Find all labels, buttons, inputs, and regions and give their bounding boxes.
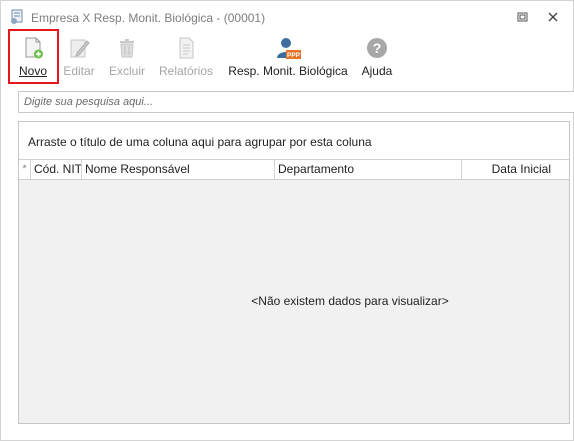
- window-title: Empresa X Resp. Monit. Biológica - (0000…: [31, 11, 266, 25]
- ajuda-label: Ajuda: [361, 64, 393, 78]
- relatorios-label: Relatórios: [158, 64, 214, 78]
- search-input[interactable]: [18, 91, 574, 113]
- editar-label: Editar: [63, 64, 95, 78]
- editar-button[interactable]: Editar: [61, 34, 97, 80]
- app-window: Empresa X Resp. Monit. Biológica - (0000…: [0, 0, 574, 441]
- person-ppp-icon: PPP: [277, 38, 301, 59]
- close-icon[interactable]: [544, 9, 562, 25]
- app-icon: [11, 9, 23, 24]
- column-header-row: * Cód. NIT Nome Responsável Departamento…: [19, 160, 569, 180]
- ajuda-button[interactable]: ? Ajuda: [358, 34, 396, 80]
- excluir-button[interactable]: Excluir: [107, 34, 147, 80]
- ppp-badge-text: PPP: [287, 52, 301, 59]
- column-header-data-inicial[interactable]: Data Inicial: [462, 160, 569, 179]
- group-hint-text: Arraste o título de uma coluna aqui para…: [28, 135, 372, 149]
- title-bar[interactable]: Empresa X Resp. Monit. Biológica - (0000…: [1, 1, 573, 34]
- svg-text:?: ?: [373, 40, 382, 56]
- column-header-cod-nit[interactable]: Cód. NIT: [31, 160, 82, 179]
- row-indicator-header[interactable]: *: [19, 160, 31, 179]
- resp-monit-button[interactable]: PPP Resp. Monit. Biológica: [227, 34, 349, 80]
- empty-grid-message: <Não existem dados para visualizar>: [251, 294, 449, 308]
- novo-button[interactable]: Novo: [9, 34, 57, 80]
- edit-icon: [70, 39, 90, 58]
- group-by-panel[interactable]: Arraste o título de uma coluna aqui para…: [19, 122, 569, 160]
- trash-icon: [120, 39, 134, 58]
- relatorios-button[interactable]: Relatórios: [157, 34, 215, 80]
- new-document-icon: [25, 37, 43, 59]
- novo-label: Novo: [18, 64, 47, 78]
- column-header-departamento[interactable]: Departamento: [275, 160, 462, 179]
- excluir-label: Excluir: [108, 64, 145, 78]
- column-header-nome-responsavel[interactable]: Nome Responsável: [82, 160, 275, 179]
- data-grid: Arraste o título de uma coluna aqui para…: [18, 121, 570, 424]
- report-icon: [179, 37, 194, 59]
- resp-monit-label: Resp. Monit. Biológica: [228, 64, 348, 78]
- restore-icon[interactable]: [513, 9, 531, 25]
- help-icon: ?: [367, 38, 387, 58]
- toolbar: Novo Editar Excluir Relatórios PPP Resp.…: [1, 34, 573, 84]
